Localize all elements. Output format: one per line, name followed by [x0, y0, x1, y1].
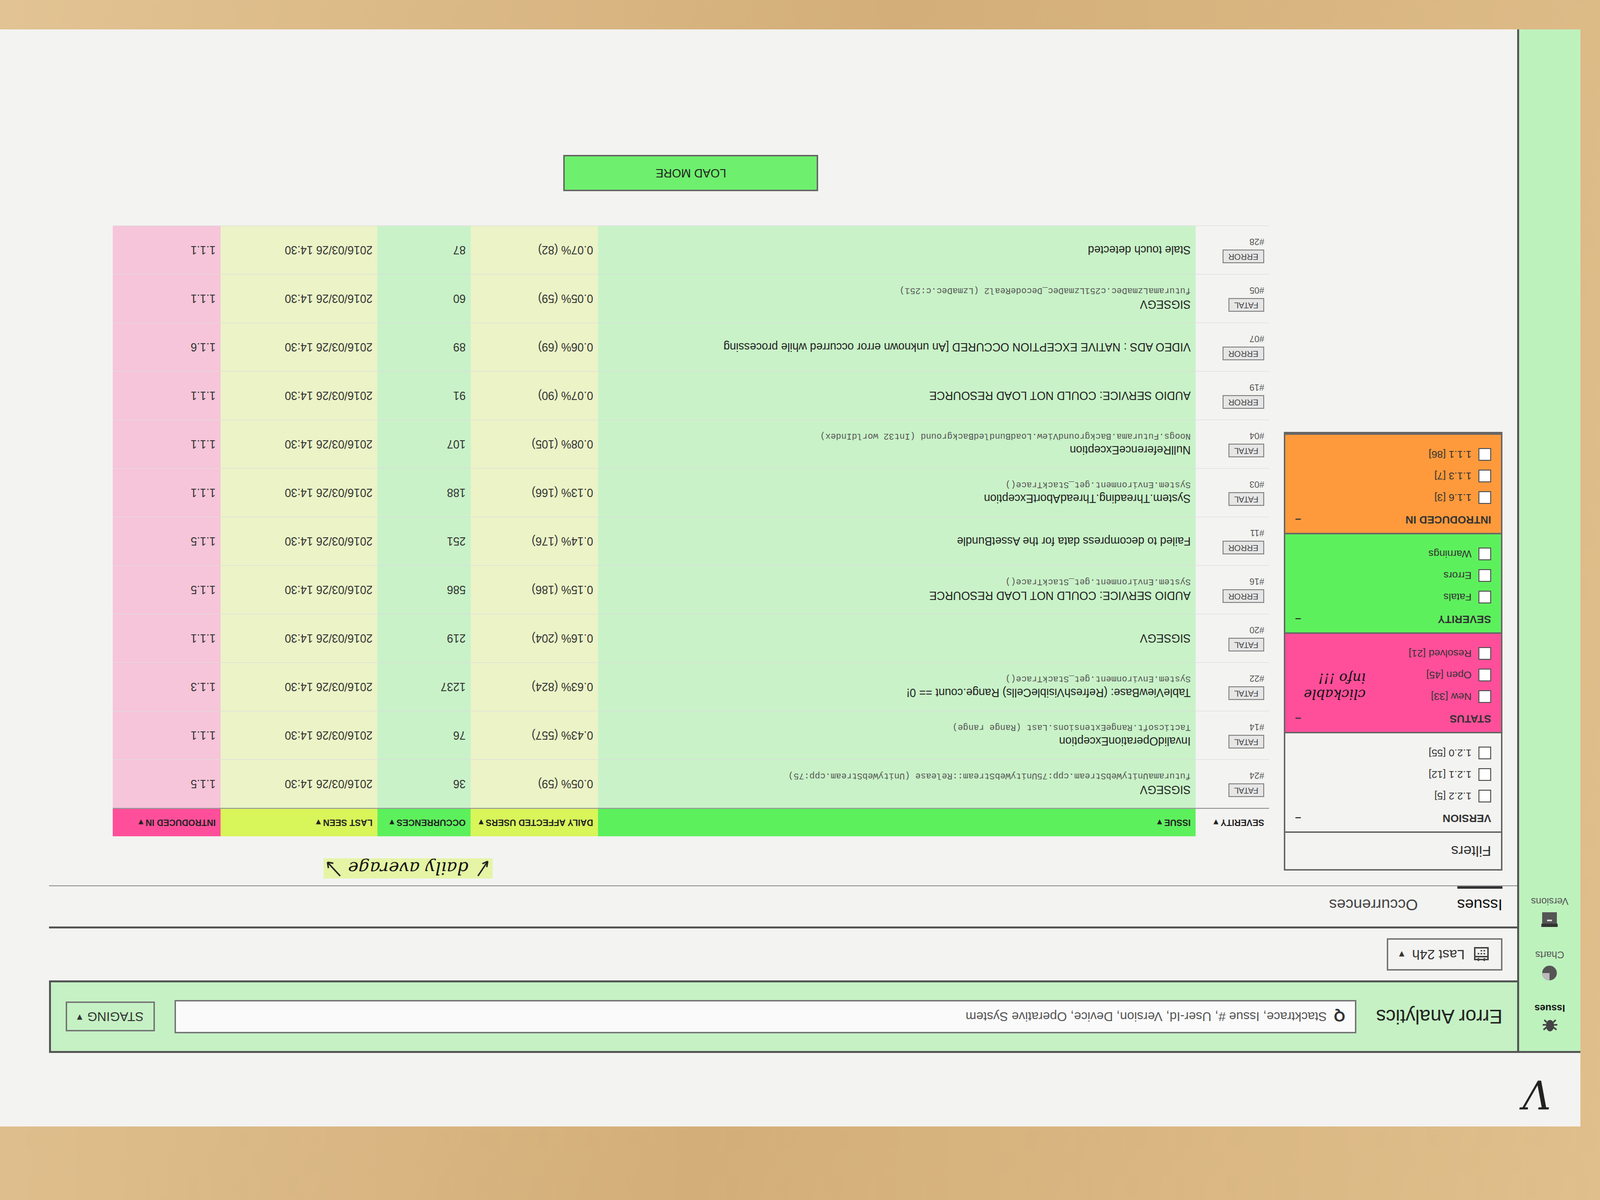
- checkbox-box[interactable]: [1478, 469, 1492, 483]
- main-content: Error Analytics QStacktrace, Issue #, Use…: [0, 29, 1518, 1053]
- table-row[interactable]: FATAL#04NullReferenceExceptionNoogs.Futu…: [112, 419, 1270, 469]
- severity-badge: ERROR: [1222, 395, 1265, 410]
- wooden-desk: V Issues Charts Versions Error Analytics QSta…: [0, 0, 1600, 1200]
- filter-checkbox[interactable]: 1.1.3 [7]: [1295, 465, 1492, 487]
- tab[interactable]: Issues: [1457, 886, 1503, 914]
- checkbox-box[interactable]: [1478, 590, 1492, 604]
- period-dropdown[interactable]: Last 24h▾: [1386, 938, 1503, 971]
- filter-checkbox[interactable]: 1.2.1 [12]: [1295, 763, 1492, 786]
- app-window: Issues Charts Versions Error Analytics QStac…: [0, 29, 1581, 1053]
- checkbox-box[interactable]: [1478, 491, 1492, 504]
- severity-badge: FATAL: [1228, 492, 1265, 507]
- filters-title: Filters: [1285, 831, 1501, 870]
- table-row[interactable]: ERROR#07VIDEO ADS : NATIVE EXCEPTION OCC…: [112, 322, 1270, 372]
- table-row[interactable]: ERROR#28Stale touch detected0.07% (82)87…: [112, 225, 1270, 275]
- filters-panel: Filters VERSION– 1.2.2 [5]1.2.1 [12]1.2.0 …: [1283, 431, 1503, 871]
- severity-badge: FATAL: [1228, 735, 1265, 750]
- column-header[interactable]: ISSUE ▾: [598, 808, 1196, 837]
- table-row[interactable]: FATAL#20SIGSEGV0.16% (204)2192016/03/26 …: [112, 613, 1270, 663]
- checkbox-box[interactable]: [1478, 448, 1492, 461]
- column-header[interactable]: OCCURRENCES ▾: [377, 808, 471, 837]
- filter-section-header[interactable]: SEVERITY–: [1295, 612, 1492, 626]
- issues-table: SEVERITY ▾ISSUE ▾DAILY AFFECTED USERS ▾O…: [112, 225, 1270, 837]
- table-header: SEVERITY ▾ISSUE ▾DAILY AFFECTED USERS ▾O…: [112, 807, 1270, 837]
- table-row[interactable]: ERROR#19AUDIO SERVICE: COULD NOT LOAD RE…: [112, 371, 1270, 420]
- severity-badge: FATAL: [1228, 783, 1265, 798]
- calendar-icon: [1472, 945, 1491, 964]
- table-row[interactable]: FATAL#05SIGSEGVfuturamaLzmaDec.c251LzmaD…: [112, 274, 1270, 323]
- table-row[interactable]: FATAL#24SIGSEGVfuturamaUnityWebStream.cp…: [112, 759, 1270, 808]
- search-icon: Q: [1333, 1008, 1346, 1025]
- column-header[interactable]: DAILY AFFECTED USERS ▾: [470, 808, 599, 837]
- checkbox-box[interactable]: [1478, 746, 1492, 760]
- table-row[interactable]: FATAL#03System.Threading.ThreadAbortExce…: [112, 468, 1270, 517]
- bug-icon: [1540, 1016, 1560, 1037]
- table-row[interactable]: FATAL#14InvalidOperationExceptionTactics…: [112, 710, 1270, 760]
- severity-badge: ERROR: [1222, 589, 1265, 604]
- table-row[interactable]: ERROR#16AUDIO SERVICE: COULD NOT LOAD RE…: [112, 565, 1270, 614]
- pie-chart-icon: [1540, 963, 1560, 983]
- page-body: Filters VERSION– 1.2.2 [5]1.2.1 [12]1.2.0 …: [49, 29, 1518, 886]
- table-row[interactable]: ERROR#11Failed to decompress data for th…: [112, 516, 1270, 566]
- filter-section: INTRODUCED IN– 1.1.6 [3]1.1.3 [7]1.1.1 [8…: [1285, 433, 1501, 533]
- handwritten-signature: V: [1522, 1071, 1551, 1117]
- environment-dropdown[interactable]: STAGING▾: [65, 1001, 155, 1032]
- handwritten-note: daily average: [323, 858, 493, 879]
- nav-item[interactable]: Versions: [1530, 895, 1569, 930]
- tab-bar: Issues Occurrences: [49, 885, 1518, 927]
- filter-section-header[interactable]: STATUS–: [1295, 712, 1492, 725]
- arrow-icon: [323, 858, 344, 879]
- printed-sheet: V Issues Charts Versions Error Analytics QSta…: [0, 29, 1581, 1127]
- checkbox-box[interactable]: [1478, 668, 1492, 682]
- app-title: Error Analytics: [1375, 1005, 1503, 1028]
- load-more-button[interactable]: LOAD MORE: [563, 154, 819, 192]
- column-header[interactable]: SEVERITY ▾: [1195, 808, 1270, 837]
- search-field[interactable]: QStacktrace, Issue #, User-Id, Version, …: [174, 1000, 1357, 1034]
- filter-section: STATUS–New [33]Open [45]Resolved [21]cli…: [1285, 632, 1501, 732]
- checkbox-box[interactable]: [1478, 547, 1492, 561]
- column-header[interactable]: LAST SEEN ▾: [220, 808, 378, 837]
- severity-badge: ERROR: [1222, 347, 1265, 361]
- arrow-icon: [473, 858, 493, 879]
- filter-section-header[interactable]: VERSION–: [1295, 811, 1492, 825]
- top-bar: Error Analytics QStacktrace, Issue #, Use…: [49, 980, 1518, 1053]
- handwritten-note: clickable info !!!: [1292, 670, 1366, 703]
- filter-checkbox[interactable]: 1.2.2 [5]: [1295, 785, 1492, 807]
- severity-badge: FATAL: [1228, 444, 1265, 458]
- filter-checkbox[interactable]: 1.1.1 [86]: [1295, 443, 1492, 466]
- severity-badge: ERROR: [1222, 250, 1265, 264]
- checkbox-box[interactable]: [1478, 768, 1492, 781]
- filter-checkbox[interactable]: 1.1.6 [3]: [1295, 486, 1492, 509]
- tab[interactable]: Occurrences: [1328, 886, 1418, 914]
- checkbox-box[interactable]: [1478, 789, 1492, 803]
- box-icon: [1540, 909, 1560, 930]
- checkbox-box[interactable]: [1478, 569, 1492, 582]
- filter-checkbox[interactable]: 1.2.0 [55]: [1295, 742, 1492, 764]
- severity-badge: FATAL: [1228, 638, 1265, 652]
- severity-badge: FATAL: [1228, 686, 1265, 701]
- filter-checkbox[interactable]: Resolved [21]: [1295, 642, 1492, 665]
- nav-item[interactable]: Issues: [1534, 1002, 1565, 1037]
- filter-checkbox[interactable]: Warnings: [1295, 543, 1492, 565]
- nav-item[interactable]: Charts: [1535, 949, 1565, 983]
- checkbox-box[interactable]: [1478, 647, 1492, 660]
- side-nav: Issues Charts Versions: [1517, 29, 1581, 1053]
- filter-section: VERSION– 1.2.2 [5]1.2.1 [12]1.2.0 [55]: [1285, 731, 1501, 832]
- severity-badge: FATAL: [1228, 298, 1265, 313]
- checkbox-box[interactable]: [1478, 690, 1492, 703]
- issues-table-area: daily average SEVERITY ▾ISSUE ▾DAILY AFFE…: [49, 29, 1270, 886]
- filter-checkbox[interactable]: Errors: [1295, 564, 1492, 587]
- column-header[interactable]: INTRODUCED IN ▾: [112, 808, 221, 837]
- filter-section-header[interactable]: INTRODUCED IN–: [1295, 513, 1492, 526]
- filter-checkbox[interactable]: Fatals: [1295, 586, 1492, 608]
- severity-badge: ERROR: [1222, 541, 1265, 555]
- filter-section: SEVERITY– FatalsErrorsWarnings: [1285, 532, 1501, 633]
- table-row[interactable]: FATAL#22TableViewBase: (RefreshVisibleCe…: [112, 662, 1270, 711]
- period-bar: Last 24h▾: [49, 926, 1518, 981]
